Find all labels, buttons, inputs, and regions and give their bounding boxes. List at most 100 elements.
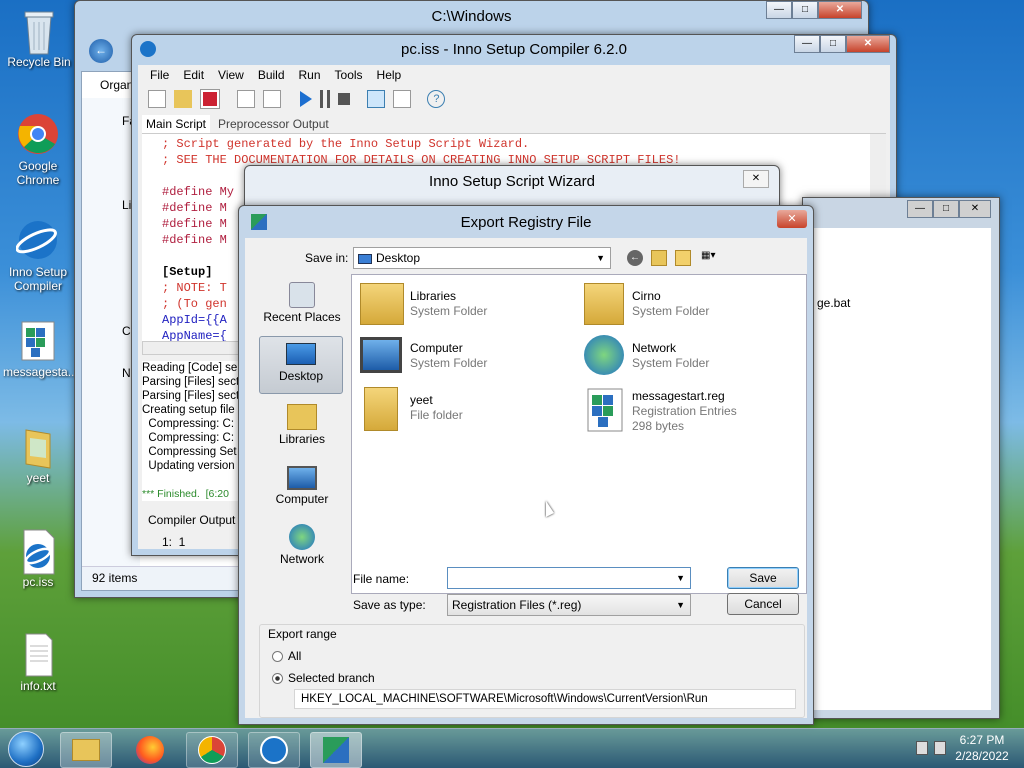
desktop-icon-chrome[interactable]: Google Chrome: [3, 112, 73, 187]
place-recent-places[interactable]: Recent Places: [255, 278, 349, 334]
run-icon[interactable]: [299, 91, 312, 107]
file-name-label: File name:: [353, 572, 410, 586]
maximize-button[interactable]: □: [933, 200, 959, 218]
dialog-client: Save in: Desktop ▼ ← ▦▾ Recent Places De…: [245, 238, 807, 718]
view-menu-icon[interactable]: ▦▾: [701, 250, 725, 266]
radio-selected-branch[interactable]: [272, 673, 283, 684]
save-button[interactable]: Save: [727, 567, 799, 589]
file-item[interactable]: Computer System Folder: [356, 333, 566, 381]
menu-edit[interactable]: Edit: [183, 68, 204, 82]
desktop-icon-yeet[interactable]: yeet: [3, 424, 73, 485]
export-range-group: Export range All Selected branch HKEY_LO…: [259, 624, 805, 718]
close-button[interactable]: ✕: [818, 1, 862, 19]
back-button[interactable]: ←: [89, 39, 113, 63]
menu-run[interactable]: Run: [299, 68, 321, 82]
tab-main-script[interactable]: Main Script: [142, 115, 211, 133]
branch-path-field[interactable]: HKEY_LOCAL_MACHINE\SOFTWARE\Microsoft\Wi…: [294, 689, 796, 709]
desktop-icon-inno-setup[interactable]: Inno Setup Compiler: [3, 218, 73, 293]
output-line: Updating version: [142, 460, 235, 472]
maximize-button[interactable]: □: [820, 35, 846, 53]
file-item[interactable]: Cirno System Folder: [580, 281, 790, 329]
taskbar-firefox[interactable]: [124, 732, 176, 768]
desktop-icon-recycle-bin[interactable]: Recycle Bin: [4, 8, 74, 69]
place-computer[interactable]: Computer: [255, 462, 349, 518]
save-as-type-value: Registration Files (*.reg): [452, 598, 582, 612]
minimize-button[interactable]: —: [794, 35, 820, 53]
place-label: Network: [279, 552, 324, 566]
file-list[interactable]: Libraries System Folder Cirno System Fol…: [351, 274, 807, 594]
open-icon[interactable]: [174, 90, 193, 108]
inno-setup-icon: [15, 218, 60, 262]
sidebar-item-computer[interactable]: C: [122, 324, 131, 338]
registry-file-icon: [16, 318, 60, 362]
organize-menu[interactable]: Organ: [100, 78, 133, 92]
text-file-icon: [16, 632, 60, 677]
file-item[interactable]: messagestart.reg Registration Entries 29…: [580, 385, 790, 441]
cancel-button[interactable]: Cancel: [727, 593, 799, 615]
taskbar-regedit[interactable]: [310, 732, 362, 768]
save-in-dropdown[interactable]: Desktop ▼: [353, 247, 611, 269]
menu-help[interactable]: Help: [377, 68, 402, 82]
desktop-icon-info-txt[interactable]: info.txt: [3, 632, 73, 693]
start-button[interactable]: [8, 731, 44, 767]
compile-icon[interactable]: [237, 90, 256, 108]
file-item-type: System Folder: [632, 356, 710, 370]
place-desktop[interactable]: Desktop: [259, 336, 343, 394]
volume-tray-icon[interactable]: [934, 741, 946, 755]
close-button[interactable]: ✕: [846, 35, 890, 53]
dialog-close-button[interactable]: ✕: [777, 210, 807, 228]
inno-setup-icon: [260, 736, 288, 764]
clock-date[interactable]: 2/28/2022: [954, 749, 1010, 763]
new-folder-icon[interactable]: [675, 250, 691, 266]
save-icon[interactable]: [199, 89, 220, 109]
clock-time[interactable]: 6:27 PM: [954, 733, 1010, 747]
stop-compile-icon[interactable]: [263, 90, 282, 108]
explorer-window-controls: — □ ✕: [766, 1, 862, 19]
tab-preprocessor-output[interactable]: Preprocessor Output: [218, 117, 329, 131]
wizard-close-button[interactable]: ✕: [743, 170, 769, 188]
desktop-icon-label: info.txt: [20, 679, 56, 693]
taskbar-explorer[interactable]: [60, 732, 112, 768]
tab-compiler-output[interactable]: Compiler Output: [148, 513, 235, 527]
terminate-icon[interactable]: [338, 93, 351, 105]
uninstall-icon[interactable]: [393, 90, 412, 108]
network-tray-icon[interactable]: [916, 741, 928, 755]
file-item[interactable]: Libraries System Folder: [356, 281, 566, 329]
nav-back-icon[interactable]: ←: [627, 250, 643, 266]
minimize-button[interactable]: —: [766, 1, 792, 19]
explorer-title: C:\Windows: [431, 8, 512, 25]
menu-tools[interactable]: Tools: [335, 68, 363, 82]
sidebar-item-libraries[interactable]: Li: [122, 198, 131, 212]
menu-build[interactable]: Build: [258, 68, 285, 82]
background-window-body: ge.bat: [811, 228, 991, 710]
compiler-output: Reading [Code] se Parsing [Files] sect P…: [142, 361, 242, 501]
up-folder-icon[interactable]: [651, 250, 667, 266]
minimize-button[interactable]: —: [907, 200, 933, 218]
radio-all[interactable]: [272, 651, 283, 662]
file-item[interactable]: ge.bat: [817, 296, 850, 310]
file-item[interactable]: yeet File folder: [356, 385, 566, 433]
help-icon[interactable]: ?: [427, 90, 446, 108]
save-as-type-dropdown[interactable]: Registration Files (*.reg) ▼: [447, 594, 691, 616]
menu-view[interactable]: View: [218, 68, 244, 82]
sidebar-item-network[interactable]: N: [122, 366, 131, 380]
chevron-down-icon: ▼: [676, 573, 685, 583]
file-item[interactable]: Network System Folder: [580, 333, 790, 381]
pause-icon[interactable]: [320, 90, 331, 108]
place-libraries[interactable]: Libraries: [255, 402, 349, 458]
desktop-icon-pc-iss[interactable]: pc.iss: [3, 528, 73, 589]
place-label: Desktop: [278, 369, 324, 383]
desktop-icon-messagestart[interactable]: messagesta...: [3, 318, 78, 379]
output-line: Reading [Code] se: [142, 362, 238, 374]
menu-file[interactable]: File: [150, 68, 169, 82]
taskbar-inno-setup[interactable]: [248, 732, 300, 768]
place-network[interactable]: Network: [255, 522, 349, 578]
maximize-button[interactable]: □: [792, 1, 818, 19]
horizontal-scrollbar[interactable]: [142, 341, 246, 355]
new-icon[interactable]: [148, 90, 166, 108]
target-icon[interactable]: [366, 90, 385, 108]
close-button[interactable]: ✕: [959, 200, 991, 218]
taskbar-chrome[interactable]: [186, 732, 238, 768]
save-in-value: Desktop: [376, 251, 421, 265]
file-name-input[interactable]: ▼: [447, 567, 691, 589]
